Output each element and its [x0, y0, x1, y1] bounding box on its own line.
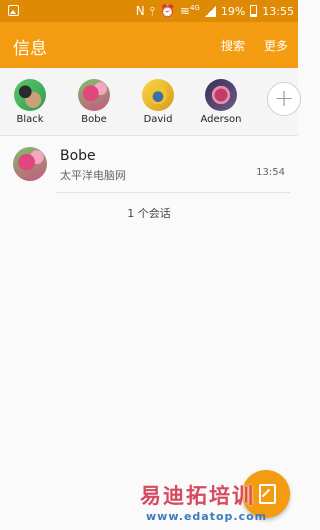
- wifi-icon: ≋4G: [179, 4, 200, 18]
- conversation-preview: 太平洋电脑网: [60, 169, 126, 182]
- favorite-contact-black[interactable]: Black: [2, 79, 58, 125]
- avatar: [13, 147, 47, 181]
- app-bar: 信息 搜索 更多: [0, 22, 298, 68]
- image-notification-icon: [8, 5, 19, 16]
- battery-icon: [250, 5, 258, 17]
- status-time: 13:55: [262, 4, 294, 18]
- conversation-name: Bobe: [60, 148, 96, 164]
- avatar: [14, 79, 46, 111]
- favorite-contact-aderson[interactable]: Aderson: [193, 79, 249, 125]
- divider: [56, 192, 290, 193]
- status-icons: N ⫯ ⏰ ≋4G 19% 13:55: [136, 0, 294, 22]
- avatar: [78, 79, 110, 111]
- contact-name: Bobe: [81, 114, 107, 125]
- conversation-item[interactable]: Bobe 太平洋电脑网 13:54: [0, 136, 298, 192]
- plus-icon: +: [273, 84, 295, 112]
- watermark-text: 易迪拓培训: [140, 484, 255, 508]
- battery-percent: 19%: [220, 4, 246, 18]
- more-button[interactable]: 更多: [264, 37, 288, 54]
- add-favorite-button[interactable]: +: [267, 82, 301, 116]
- status-bar: N ⫯ ⏰ ≋4G 19% 13:55: [0, 0, 298, 22]
- signal-icon: [204, 5, 216, 17]
- favorite-contacts: Black Bobe David Aderson +: [0, 68, 301, 136]
- contact-name: David: [143, 114, 173, 125]
- page-title: 信息: [13, 39, 47, 59]
- nfc-icon: N: [135, 4, 145, 18]
- favorite-contact-bobe[interactable]: Bobe: [66, 79, 122, 125]
- watermark-url: www.edatop.com: [146, 510, 268, 523]
- avatar: [205, 79, 237, 111]
- alarm-icon: ⏰: [159, 4, 175, 18]
- vibrate-icon: ⫯: [149, 4, 155, 18]
- search-button[interactable]: 搜索: [221, 37, 245, 54]
- favorite-contact-david[interactable]: David: [130, 79, 186, 125]
- network-type: 4G: [189, 4, 200, 12]
- conversation-count: 1 个会话: [127, 207, 171, 220]
- contact-name: Black: [16, 114, 44, 125]
- contact-name: Aderson: [200, 114, 242, 125]
- conversation-time: 13:54: [256, 167, 285, 178]
- avatar: [142, 79, 174, 111]
- watermark: 易迪拓培训 www.edatop.com: [140, 480, 298, 526]
